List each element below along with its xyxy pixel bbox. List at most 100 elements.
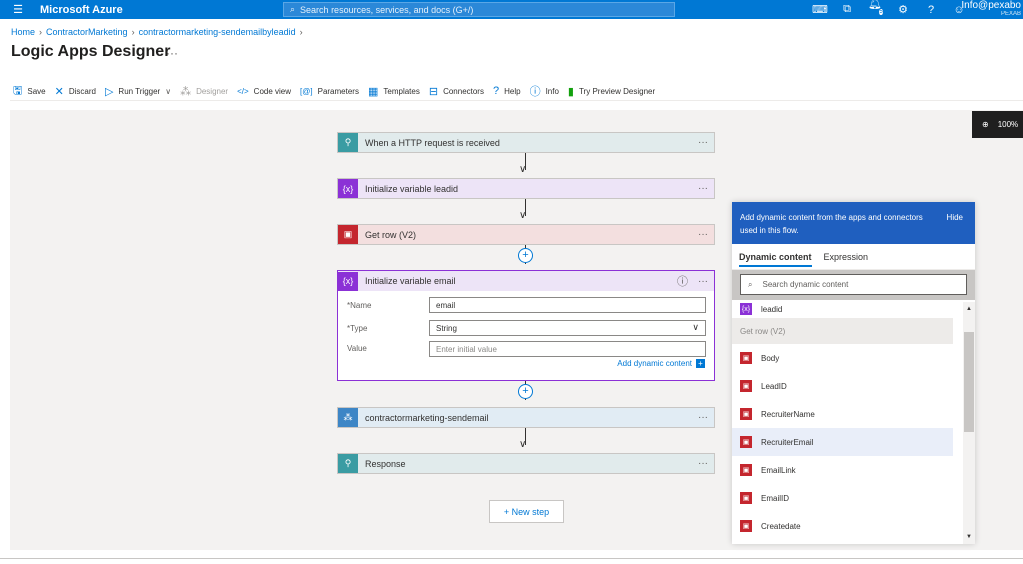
variable-type-select[interactable]: String ∨ bbox=[429, 320, 706, 336]
dynamic-item-label: LeadID bbox=[761, 381, 787, 391]
scrollbar-thumb[interactable] bbox=[964, 332, 974, 432]
account-menu[interactable]: Info@pexabo PEXAB bbox=[961, 0, 1023, 18]
step-init-email[interactable]: {x} Initialize variable email ⓘ ··· bbox=[337, 270, 715, 291]
global-search-input[interactable]: ⌕ Search resources, services, and docs (… bbox=[283, 2, 675, 17]
step-init-leadid[interactable]: {x} Initialize variable leadid ··· bbox=[337, 178, 715, 199]
info-button[interactable]: ⓘ Info bbox=[530, 83, 559, 99]
insert-step-icon[interactable]: + bbox=[518, 384, 533, 399]
more-options-icon[interactable]: ··· bbox=[698, 412, 708, 423]
dynamic-item-createdate[interactable]: ▣ Createdate bbox=[732, 512, 953, 540]
value-label: Value bbox=[347, 344, 367, 353]
dynamic-panel-header: Add dynamic content from the apps and co… bbox=[732, 202, 975, 244]
search-icon: ⌕ bbox=[290, 4, 296, 14]
dynamic-item-label: Createdate bbox=[761, 521, 801, 531]
sql-icon: ▣ bbox=[740, 464, 752, 476]
insert-step-icon[interactable]: + bbox=[518, 248, 533, 263]
sql-icon: ▣ bbox=[740, 380, 752, 392]
zoom-control[interactable]: ⊕ 100% bbox=[972, 111, 1023, 138]
breadcrumb-resource-group[interactable]: ContractorMarketing bbox=[46, 27, 128, 37]
step-response[interactable]: ⚲ Response ··· bbox=[337, 453, 715, 474]
help-button[interactable]: ? Help bbox=[493, 85, 521, 97]
save-label: Save bbox=[27, 86, 46, 96]
dynamic-group-get-row: Get row (V2) bbox=[732, 318, 953, 344]
more-options-icon[interactable]: ··· bbox=[698, 183, 708, 194]
run-trigger-label: Run Trigger bbox=[118, 86, 161, 96]
brand-title[interactable]: Microsoft Azure bbox=[40, 4, 123, 16]
help-label: Help bbox=[504, 86, 521, 96]
step-title: Initialize variable email bbox=[365, 276, 456, 286]
save-button[interactable]: 🖫 Save bbox=[13, 82, 46, 101]
dynamic-search-input[interactable]: ⌕ Search dynamic content bbox=[740, 274, 967, 295]
step-sendemail[interactable]: ⁂ contractormarketing-sendemail ··· bbox=[337, 407, 715, 428]
designer-toolbar: 🖫 Save ✕ Discard ▷ Run Trigger ∨ ⁂ Designer <… bbox=[13, 82, 655, 101]
more-options-icon[interactable]: ··· bbox=[698, 276, 708, 287]
info-icon: ⓘ bbox=[529, 86, 541, 98]
dynamic-item-label: RecruiterName bbox=[761, 409, 815, 419]
sql-icon: ▣ bbox=[740, 492, 752, 504]
connectors-icon: ⊟ bbox=[428, 85, 439, 98]
tab-expression[interactable]: Expression bbox=[824, 252, 869, 262]
step-title: When a HTTP request is received bbox=[365, 137, 500, 148]
breadcrumb-logic-app[interactable]: contractormarketing-sendemailbyleadid bbox=[139, 27, 296, 37]
variable-icon: {x} bbox=[338, 271, 358, 291]
variable-name-field[interactable]: email bbox=[429, 297, 706, 313]
dynamic-item-label: RecruiterEmail bbox=[761, 437, 814, 447]
breadcrumb-separator-icon: › bbox=[39, 27, 43, 37]
breadcrumb-home[interactable]: Home bbox=[11, 27, 35, 37]
name-label: *Name bbox=[347, 301, 372, 310]
variable-value-field[interactable]: Enter initial value bbox=[429, 341, 706, 357]
templates-button[interactable]: ▦ Templates bbox=[368, 85, 420, 98]
scroll-down-icon[interactable]: ▼ bbox=[966, 534, 972, 540]
connectors-button[interactable]: ⊟ Connectors bbox=[429, 85, 484, 98]
discard-button[interactable]: ✕ Discard bbox=[55, 85, 96, 98]
add-dynamic-content-link[interactable]: Add dynamic content + bbox=[617, 359, 705, 368]
hide-panel-button[interactable]: Hide bbox=[947, 211, 963, 224]
dynamic-item-body[interactable]: ▣ Body bbox=[732, 344, 953, 372]
global-search-placeholder: Search resources, services, and docs (G+… bbox=[300, 4, 474, 15]
step-http-trigger[interactable]: ⚲ When a HTTP request is received ··· bbox=[337, 132, 715, 153]
scroll-up-icon[interactable]: ▲ bbox=[966, 306, 972, 312]
parameters-button[interactable]: [@] Parameters bbox=[300, 87, 359, 96]
dynamic-content-panel: Add dynamic content from the apps and co… bbox=[732, 202, 975, 544]
dynamic-list-scrollbar[interactable]: ▲ ▼ bbox=[963, 302, 975, 544]
try-preview-designer-button[interactable]: ▮ Try Preview Designer bbox=[568, 85, 655, 98]
arrow-down-icon: ∨ bbox=[519, 439, 527, 450]
more-options-icon[interactable]: ··· bbox=[698, 458, 708, 469]
parameters-icon: [@] bbox=[300, 86, 313, 96]
directory-filter-icon[interactable]: ⧉ bbox=[840, 3, 854, 16]
info-label: Info bbox=[545, 86, 559, 96]
dynamic-item-recruiteremail[interactable]: ▣ RecruiterEmail bbox=[732, 428, 953, 456]
designer-button[interactable]: ⁂ Designer bbox=[180, 85, 228, 98]
step-title: Response bbox=[365, 458, 406, 469]
menu-icon[interactable]: ☰ bbox=[6, 3, 30, 16]
help-icon[interactable]: ? bbox=[924, 4, 938, 16]
new-step-button[interactable]: + New step bbox=[489, 500, 564, 523]
notifications-icon[interactable]: 🔔︎5 bbox=[868, 0, 883, 23]
dynamic-item-leadid[interactable]: {x} leadid bbox=[732, 300, 953, 318]
code-view-button[interactable]: </> Code view bbox=[237, 87, 291, 96]
templates-label: Templates bbox=[383, 86, 420, 96]
more-options-icon[interactable]: ··· bbox=[698, 137, 708, 148]
dynamic-item-emailid[interactable]: ▣ EmailID bbox=[732, 484, 953, 512]
zoom-in-icon[interactable]: ⊕ bbox=[982, 120, 989, 129]
variable-icon: {x} bbox=[740, 303, 752, 315]
search-icon: ⌕ bbox=[748, 279, 753, 289]
sql-icon: ▣ bbox=[338, 225, 358, 244]
tab-dynamic-content[interactable]: Dynamic content bbox=[739, 252, 812, 267]
dynamic-item-recruitername[interactable]: ▣ RecruiterName bbox=[732, 400, 953, 428]
cloud-shell-icon[interactable]: ⌨ bbox=[812, 3, 828, 16]
step-get-row[interactable]: ▣ Get row (V2) ··· bbox=[337, 224, 715, 245]
zoom-level: 100% bbox=[997, 120, 1019, 129]
more-options-icon[interactable]: ··· bbox=[166, 46, 178, 60]
more-options-icon[interactable]: ··· bbox=[698, 229, 708, 240]
settings-gear-icon[interactable]: ⚙ bbox=[896, 3, 910, 16]
run-trigger-button[interactable]: ▷ Run Trigger ∨ bbox=[105, 85, 171, 98]
designer-icon: ⁂ bbox=[180, 85, 192, 98]
arrow-down-icon: ∨ bbox=[519, 164, 527, 175]
dynamic-item-label: Body bbox=[761, 353, 780, 363]
bookmark-icon: ▮ bbox=[567, 85, 574, 98]
breadcrumb: Home › ContractorMarketing › contractorm… bbox=[11, 27, 303, 37]
dynamic-item-emaillink[interactable]: ▣ EmailLink bbox=[732, 456, 953, 484]
info-icon[interactable]: ⓘ bbox=[677, 273, 688, 289]
dynamic-item-leadid-field[interactable]: ▣ LeadID bbox=[732, 372, 953, 400]
